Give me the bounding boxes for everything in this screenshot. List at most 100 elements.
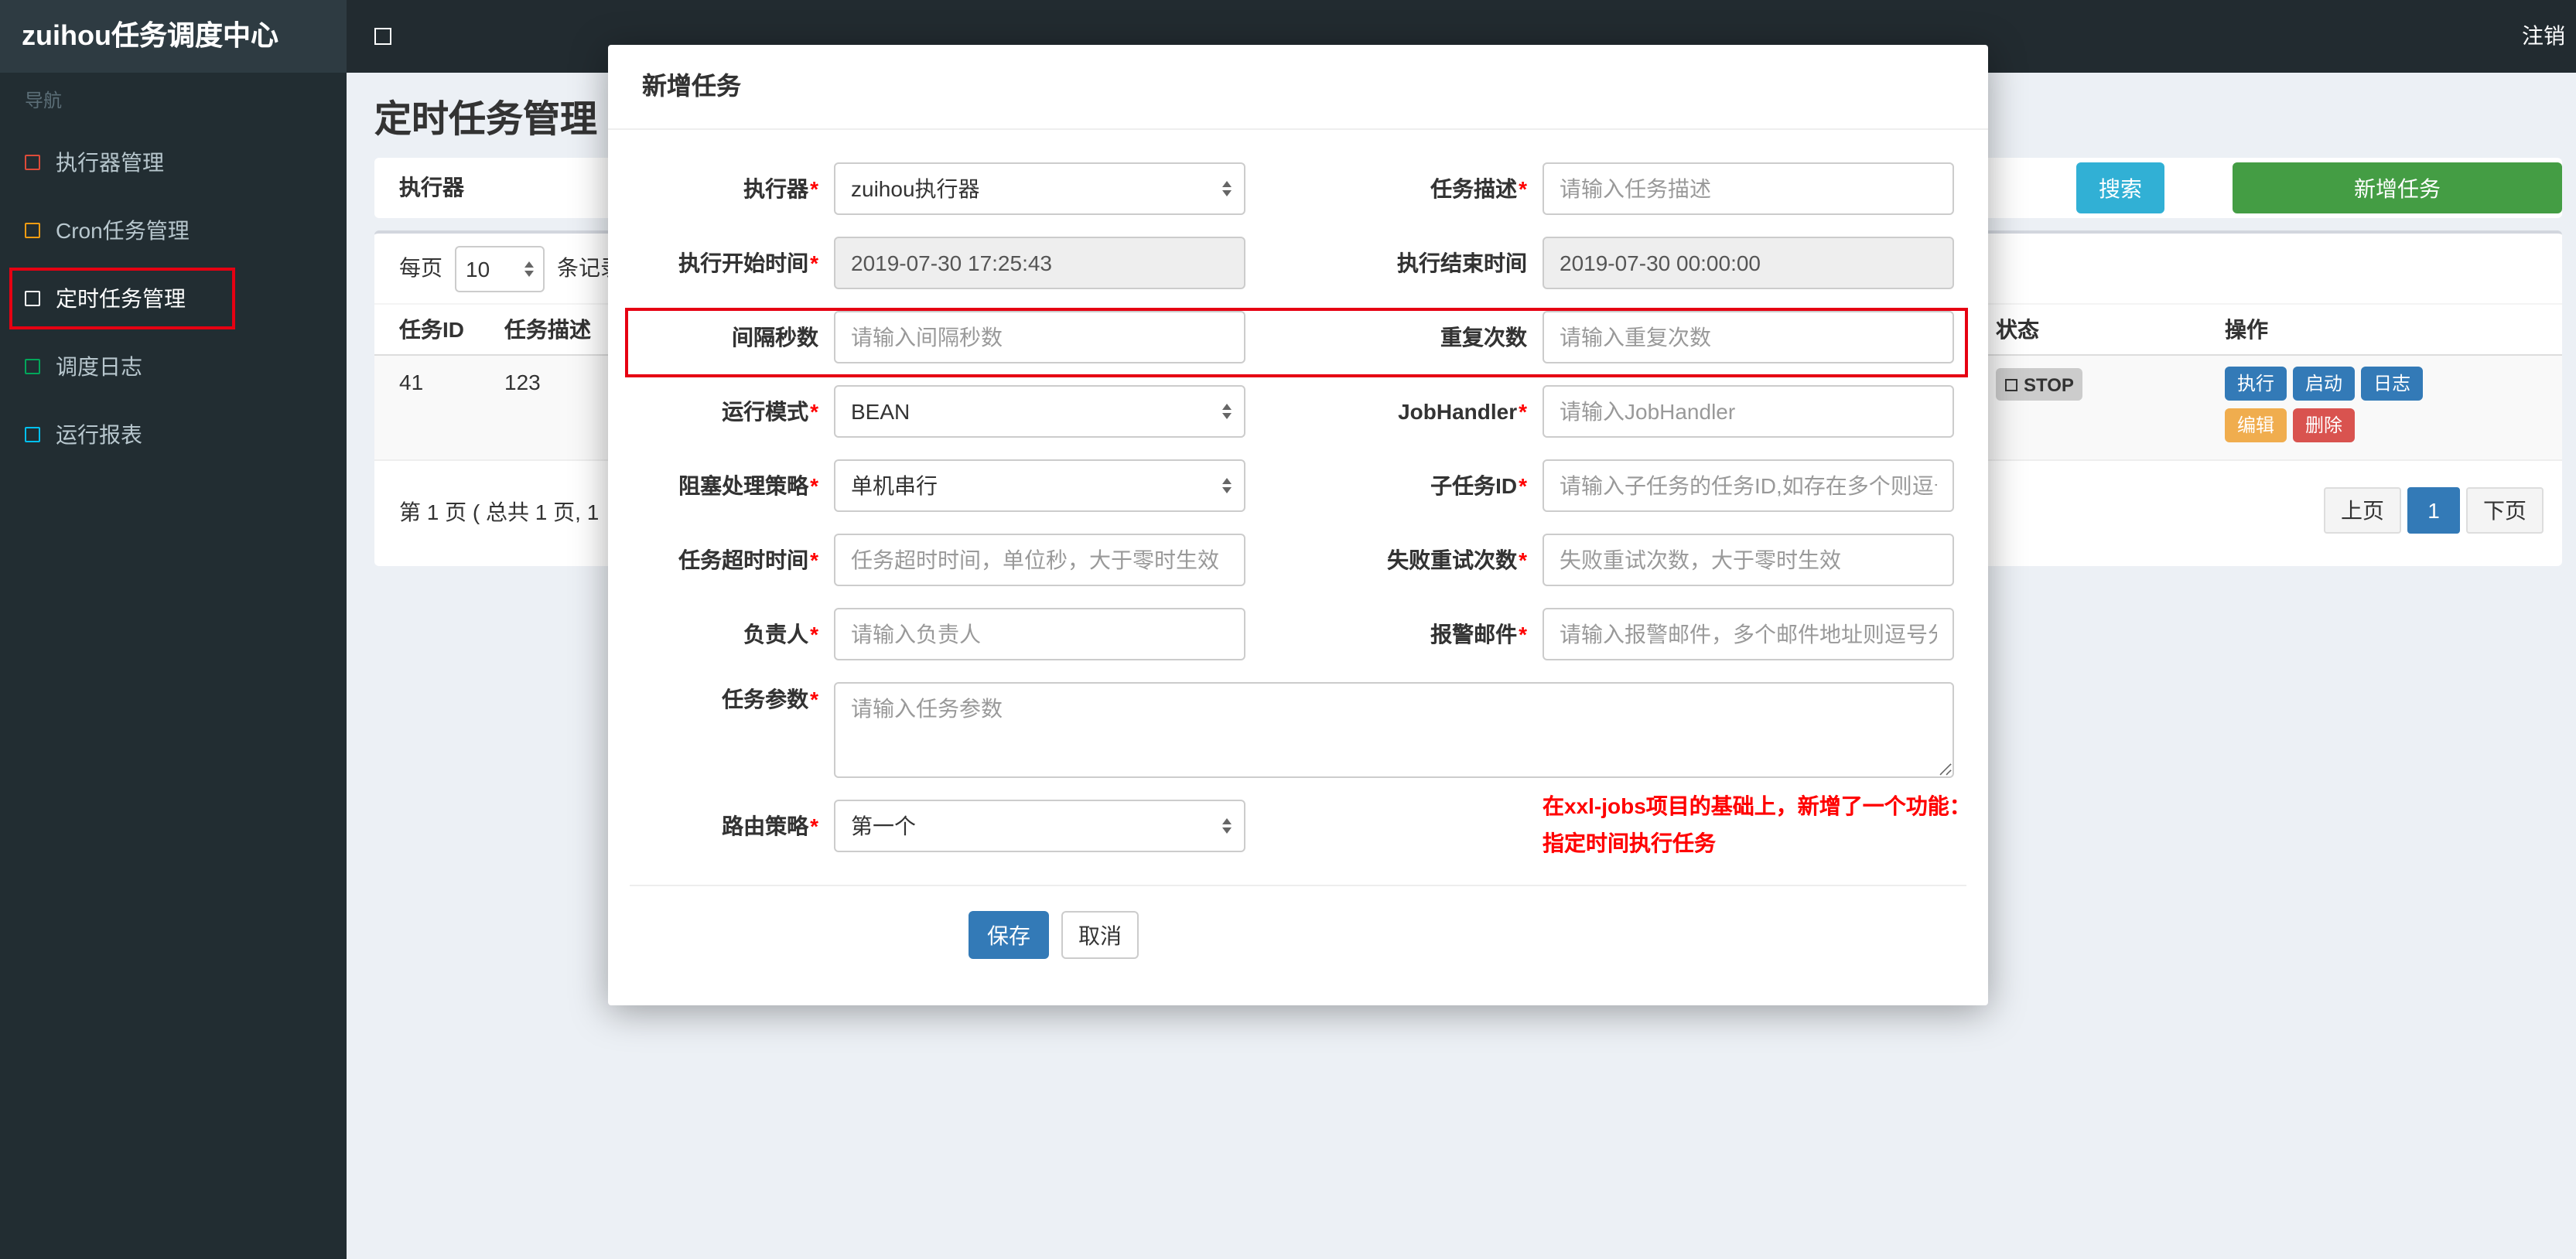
timeout-input[interactable] <box>834 534 1245 586</box>
end-time-input[interactable] <box>1543 237 1954 289</box>
glue-type-select-value: BEAN <box>851 399 910 424</box>
job-param-textarea[interactable] <box>834 682 1954 778</box>
fail-retry-input[interactable] <box>1543 534 1954 586</box>
column-header-task-id: 任务ID <box>399 317 464 342</box>
job-handler-input[interactable] <box>1543 385 1954 438</box>
required-asterisk: * <box>810 399 818 424</box>
block-strategy-label: 阻塞处理策略 * <box>678 473 818 498</box>
log-button[interactable]: 日志 <box>2361 367 2424 401</box>
sidebar-item-executor-manage[interactable]: 执行器管理 <box>0 128 347 196</box>
author-input[interactable] <box>834 608 1245 660</box>
sidebar-item-label: 调度日志 <box>56 354 142 379</box>
select-arrows-icon <box>1222 818 1232 834</box>
per-page-value: 10 <box>466 257 490 281</box>
status-text: STOP <box>2024 374 2074 395</box>
block-strategy-select-value: 单机串行 <box>851 473 938 498</box>
prev-page-button[interactable]: 上页 <box>2324 487 2401 534</box>
repeat-input[interactable] <box>1543 311 1954 363</box>
author-label: 负责人 * <box>743 622 818 647</box>
save-button[interactable]: 保存 <box>969 911 1049 959</box>
job-desc-input[interactable] <box>1543 162 1954 215</box>
required-asterisk: * <box>1519 548 1527 572</box>
sidebar-item-dispatch-log[interactable]: 调度日志 <box>0 333 347 401</box>
select-arrows-icon <box>1222 478 1232 493</box>
required-asterisk: * <box>1519 399 1527 424</box>
column-header-status: 状态 <box>1996 317 2039 342</box>
delete-button[interactable]: 删除 <box>2293 408 2356 442</box>
page-number-button[interactable]: 1 <box>2407 487 2460 534</box>
glue-type-label: 运行模式 * <box>722 399 818 424</box>
start-button[interactable]: 启动 <box>2293 367 2356 401</box>
route-strategy-select-value: 第一个 <box>851 814 916 838</box>
sidebar-toggle-button[interactable] <box>347 0 418 73</box>
modal-body: 执行器* zuihou执行器 任务描述* 执行开始时间* 执行结束时间 间隔秒数… <box>608 130 1988 1005</box>
sidebar-item-label: 运行报表 <box>56 422 142 447</box>
timeout-label: 任务超时时间 * <box>678 548 818 572</box>
route-strategy-select[interactable]: 第一个 <box>834 800 1245 852</box>
cell-task-desc: 123 <box>504 370 541 394</box>
cancel-button[interactable]: 取消 <box>1061 911 1139 959</box>
interval-label: 间隔秒数 <box>732 325 818 350</box>
executor-select[interactable]: zuihou执行器 <box>834 162 1245 215</box>
sidebar-item-cron-task-manage[interactable]: Cron任务管理 <box>0 196 347 264</box>
column-header-operation: 操作 <box>2225 317 2268 342</box>
per-page-select[interactable]: 10 <box>455 246 545 292</box>
glue-type-select[interactable]: BEAN <box>834 385 1245 438</box>
logout-link[interactable]: 注销 <box>2514 0 2573 73</box>
add-task-modal: 新增任务 执行器* zuihou执行器 任务描述* 执行开始时间* 执行结束时间… <box>608 45 1988 1005</box>
alarm-email-label: 报警邮件 * <box>1430 622 1527 647</box>
child-job-label: 子任务ID * <box>1430 473 1527 498</box>
interval-input[interactable] <box>834 311 1245 363</box>
execute-button[interactable]: 执行 <box>2225 367 2287 401</box>
add-task-button[interactable]: 新增任务 <box>2233 162 2562 213</box>
per-page-label: 每页 <box>399 255 442 280</box>
required-asterisk: * <box>1519 622 1527 647</box>
feature-note-line2: 指定时间执行任务 <box>1543 831 1716 855</box>
cell-task-id: 41 <box>399 370 424 394</box>
start-time-label: 执行开始时间 * <box>678 251 818 275</box>
sidebar-item-scheduled-task-manage[interactable]: 定时任务管理 <box>0 264 347 333</box>
pagination-controls: 上页 1 下页 <box>2324 487 2544 534</box>
sidebar-item-label: 定时任务管理 <box>56 286 186 311</box>
job-param-label: 任务参数 * <box>722 687 818 711</box>
feature-note: 在xxl-jobs项目的基础上，新增了一个功能： 指定时间执行任务 <box>1543 789 1971 862</box>
required-asterisk: * <box>810 814 818 838</box>
app-viewport: zuihou任务调度中心 注销 导航 执行器管理 Cron任务管理 定时任务管理… <box>0 0 2576 1259</box>
sidebar: 导航 执行器管理 Cron任务管理 定时任务管理 调度日志 运行报表 <box>0 73 347 1259</box>
sidebar-item-run-report[interactable]: 运行报表 <box>0 401 347 469</box>
square-icon <box>25 291 40 306</box>
required-asterisk: * <box>810 176 818 201</box>
row-actions: 执行 启动 日志 编辑 删除 <box>2225 367 2457 450</box>
executor-label: 执行器 * <box>743 176 818 201</box>
end-time-label: 执行结束时间 <box>1397 251 1527 275</box>
alarm-email-input[interactable] <box>1543 608 1954 660</box>
executor-filter-label: 执行器 <box>399 175 464 200</box>
required-asterisk: * <box>810 622 818 647</box>
square-icon <box>25 223 40 238</box>
brand-title[interactable]: zuihou任务调度中心 <box>0 0 347 73</box>
sidebar-nav-label: 导航 <box>25 90 63 111</box>
block-strategy-select[interactable]: 单机串行 <box>834 459 1245 512</box>
child-job-input[interactable] <box>1543 459 1954 512</box>
edit-button[interactable]: 编辑 <box>2225 408 2287 442</box>
square-icon <box>25 427 40 442</box>
modal-title: 新增任务 <box>608 45 1988 130</box>
repeat-label: 重复次数 <box>1440 325 1527 350</box>
search-button[interactable]: 搜索 <box>2076 162 2164 213</box>
square-icon <box>25 359 40 374</box>
start-time-input[interactable] <box>834 237 1245 289</box>
job-handler-label: JobHandler * <box>1398 399 1527 424</box>
square-icon <box>25 155 40 170</box>
pagination-summary: 第 1 页 ( 总共 1 页, 1 <box>399 500 600 524</box>
status-badge: STOP <box>1996 368 2083 401</box>
sidebar-item-label: Cron任务管理 <box>56 218 190 243</box>
select-arrows-icon <box>1222 181 1232 196</box>
sidebar-item-label: 执行器管理 <box>56 150 164 175</box>
job-desc-label: 任务描述 * <box>1430 176 1527 201</box>
column-header-task-desc: 任务描述 <box>504 317 591 342</box>
route-strategy-label: 路由策略 * <box>722 814 818 838</box>
next-page-button[interactable]: 下页 <box>2466 487 2544 534</box>
select-arrows-icon <box>524 261 534 277</box>
executor-select-value: zuihou执行器 <box>851 176 980 201</box>
stop-square-icon <box>2005 378 2017 391</box>
